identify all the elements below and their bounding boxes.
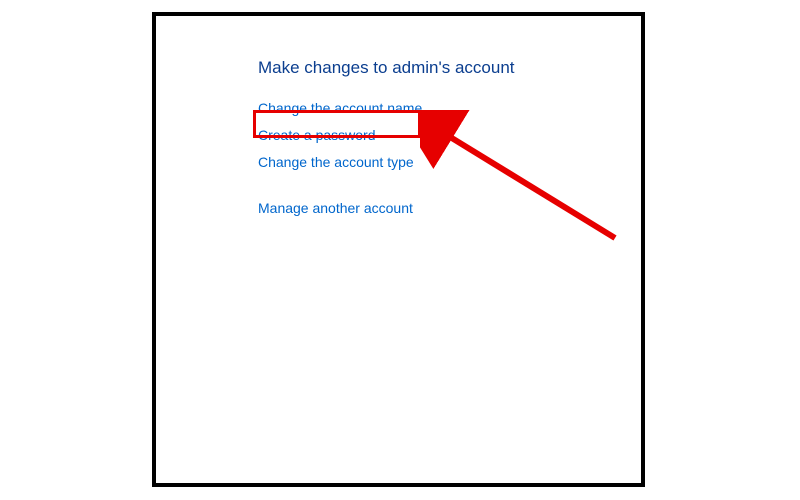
window-frame: Make changes to admin's account Change t… — [152, 12, 645, 487]
account-options-list: Change the account name Create a passwor… — [258, 100, 611, 216]
create-password-link[interactable]: Create a password — [258, 127, 376, 143]
manage-another-account-link[interactable]: Manage another account — [258, 200, 413, 216]
content-area: Make changes to admin's account Change t… — [156, 16, 641, 246]
spacer — [258, 181, 611, 189]
page-title: Make changes to admin's account — [258, 58, 611, 78]
change-account-name-link[interactable]: Change the account name — [258, 100, 422, 116]
change-account-type-link[interactable]: Change the account type — [258, 154, 414, 170]
